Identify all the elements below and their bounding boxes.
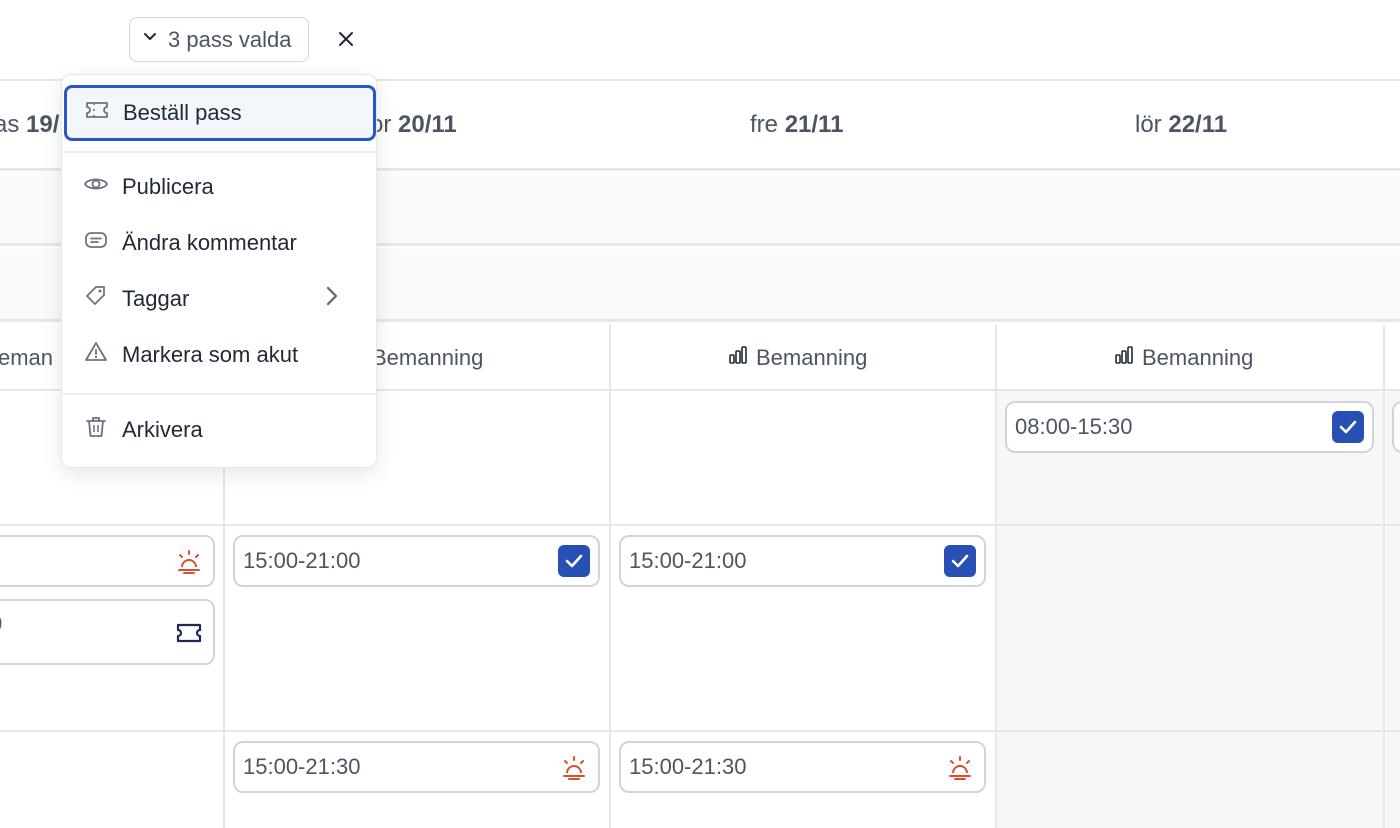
weekend-shade xyxy=(996,391,1384,828)
ticket-icon xyxy=(85,98,109,128)
chevron-right-icon xyxy=(320,284,344,314)
menu-item-label: Markera som akut xyxy=(122,342,299,367)
alarm-icon xyxy=(173,545,205,577)
staffing-header-col1[interactable]: Bemanning xyxy=(372,345,483,371)
bar-chart-icon xyxy=(1114,345,1134,371)
row-divider xyxy=(0,730,1400,732)
weekend-shade-next xyxy=(1386,391,1400,828)
menu-item-label: Beställ pass xyxy=(123,100,242,125)
menu-divider xyxy=(62,151,376,153)
close-icon[interactable] xyxy=(333,26,359,52)
checkbox-checked[interactable] xyxy=(558,545,590,577)
menu-item-label: Publicera xyxy=(122,174,214,199)
shift-card[interactable]: 08:00-15:30 xyxy=(1005,401,1374,453)
chevron-down-icon xyxy=(140,27,160,53)
column-divider xyxy=(1383,325,1385,828)
menu-item-archive[interactable]: Arkivera xyxy=(76,406,362,454)
bar-chart-icon xyxy=(728,345,748,371)
alarm-icon xyxy=(944,751,976,783)
actions-menu: Beställ pass Publicera Ändra kommentar T… xyxy=(61,74,377,468)
shift-card[interactable]: 15:00-21:30 xyxy=(233,741,600,793)
menu-item-edit-comment[interactable]: Ändra kommentar xyxy=(76,219,362,267)
menu-item-label: Taggar xyxy=(122,286,190,311)
day-header-thu: or 20/11 xyxy=(370,111,457,138)
day-header-wed: as 19/ xyxy=(0,111,60,138)
menu-item-tags[interactable]: Taggar xyxy=(76,275,362,323)
menu-item-order-shift[interactable]: Beställ pass xyxy=(64,85,376,141)
shift-card[interactable] xyxy=(0,535,215,587)
shift-card[interactable]: 15:00-21:30 xyxy=(619,741,986,793)
day-header-sat: lör 22/11 xyxy=(1135,111,1228,138)
menu-item-label: Ändra kommentar xyxy=(122,230,297,255)
shift-card[interactable]: 0 xyxy=(0,599,215,665)
column-divider xyxy=(609,325,611,828)
menu-item-label: Arkivera xyxy=(122,417,203,442)
shift-card[interactable]: 15:00-21:00 xyxy=(233,535,600,587)
shift-card[interactable] xyxy=(1392,401,1400,453)
tag-icon xyxy=(84,284,108,314)
ticket-icon xyxy=(173,617,205,649)
menu-item-publish[interactable]: Publicera xyxy=(76,163,362,211)
eye-icon xyxy=(83,172,109,202)
comment-icon xyxy=(84,228,108,258)
shift-card[interactable]: 15:00-21:00 xyxy=(619,535,986,587)
selection-label: 3 pass valda xyxy=(168,26,292,52)
alarm-icon xyxy=(558,751,590,783)
staffing-header-col3[interactable]: Bemanning xyxy=(1114,345,1253,371)
menu-divider xyxy=(62,393,376,395)
selection-dropdown-button[interactable]: 3 pass valda xyxy=(129,17,309,62)
menu-item-mark-urgent[interactable]: Markera som akut xyxy=(76,331,362,379)
day-header-fri: fre 21/11 xyxy=(750,111,844,138)
staffing-header-col2[interactable]: Bemanning xyxy=(728,345,867,371)
staffing-header-col0[interactable]: eman xyxy=(0,345,53,371)
warning-icon xyxy=(84,340,108,370)
row-divider xyxy=(0,524,1400,526)
toolbar: 3 pass valda xyxy=(0,0,1400,81)
checkbox-checked[interactable] xyxy=(1332,411,1364,443)
trash-icon xyxy=(84,415,108,445)
column-divider xyxy=(995,325,997,828)
checkbox-checked[interactable] xyxy=(944,545,976,577)
